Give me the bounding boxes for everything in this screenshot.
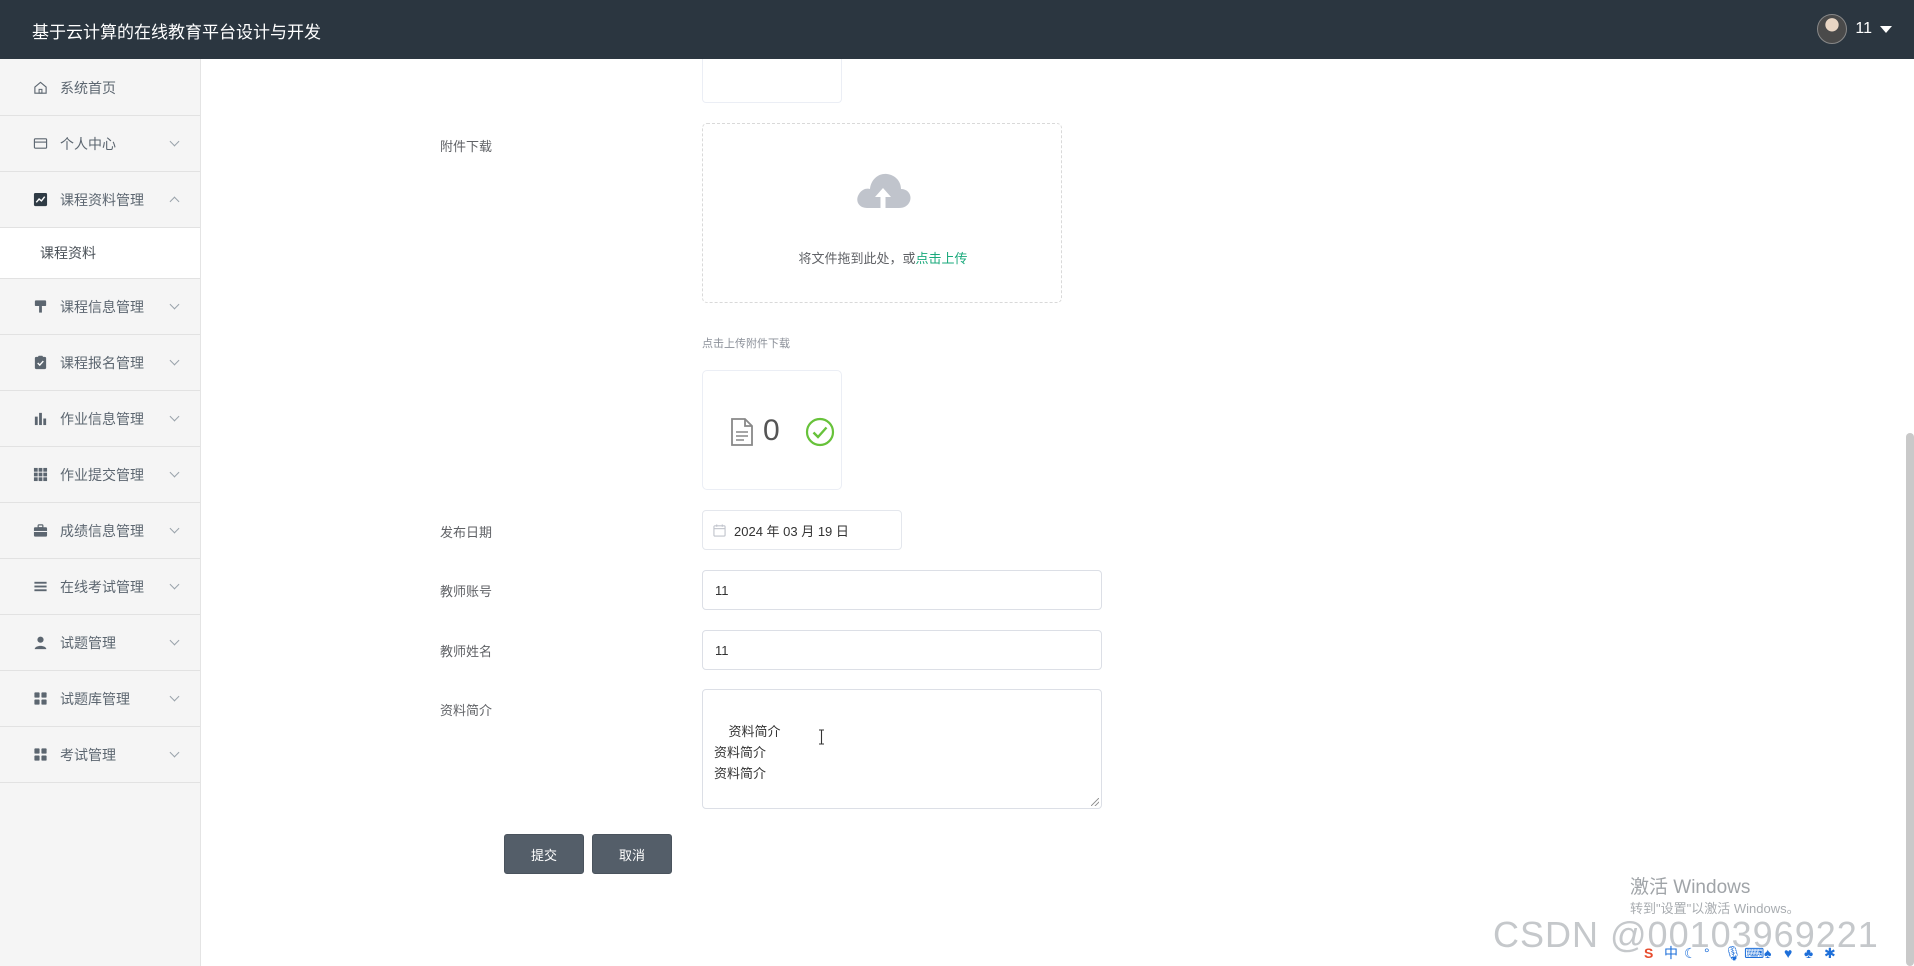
punctuation-icon[interactable]: ° [1704,946,1718,960]
caret-down-icon[interactable] [1880,25,1892,33]
grid-icon [32,467,48,483]
list-icon [32,579,48,595]
upload-dropzone[interactable]: 将文件拖到此处，或点击上传 [702,123,1062,303]
chevron-up-icon [169,196,180,207]
sidebar-item-question-management[interactable]: 试题管理 [0,615,200,671]
sidebar-item-course-enrollment-management[interactable]: 课程报名管理 [0,335,200,391]
avatar[interactable] [1817,14,1848,44]
chevron-down-icon [169,299,180,310]
keyboard-icon[interactable]: ⌨ [1744,946,1764,960]
teacher-name-label: 教师姓名 [439,644,492,659]
upload-text: 将文件拖到此处，或点击上传 [703,248,1063,267]
sidebar-item-label: 课程资料管理 [60,191,144,208]
shirt-icon[interactable]: ♥ [1784,946,1798,960]
sogou-logo-icon[interactable]: S [1644,946,1658,960]
sidebar-item-course-material-management[interactable]: 课程资料管理 [0,172,200,228]
chevron-down-icon [169,136,180,147]
home-icon [32,80,48,96]
teacher-name-input[interactable] [702,630,1102,670]
sidebar-item-label: 成绩信息管理 [60,522,144,539]
sidebar-item-label: 课程报名管理 [60,354,144,371]
sidebar-item-label: 试题管理 [60,634,116,651]
chevron-down-icon [169,523,180,534]
attachment-label: 附件下载 [439,139,492,154]
chart-line-icon [32,192,48,208]
ime-toolbar[interactable]: S 中 ☾ ° 🎙 ⌨ ♠ ♥ ♣ ✱ [1644,942,1838,964]
click-upload-link[interactable]: 点击上传 [916,251,968,266]
top-bar: 基于云计算的在线教育平台设计与开发 11 [0,0,1914,59]
app-title: 基于云计算的在线教育平台设计与开发 [32,23,321,42]
intro-text: 资料简介 资料简介 资料简介 [714,724,781,781]
upload-cloud-icon [853,168,913,221]
resize-handle-icon[interactable] [1091,798,1099,806]
sidebar-item-label: 作业提交管理 [60,466,144,483]
chevron-down-icon [169,747,180,758]
chevron-down-icon [169,411,180,422]
sidebar-item-label: 课程信息管理 [60,298,144,315]
check-circle-icon [805,417,835,452]
submenu-item-course-material[interactable]: 课程资料 [0,228,200,279]
apps-icon [32,691,48,707]
bar-chart-icon [32,411,48,427]
sidebar-item-label: 系统首页 [60,79,116,96]
chevron-down-icon [169,355,180,366]
sidebar-item-personal-center[interactable]: 个人中心 [0,116,200,172]
document-icon [729,417,755,452]
briefcase-icon [32,523,48,539]
user-icon [32,635,48,651]
upload-instruction: 将文件拖到此处，或 [798,251,916,266]
moon-icon[interactable]: ☾ [1684,946,1698,960]
sidebar-item-label: 作业信息管理 [60,410,144,427]
settings-icon[interactable]: ✱ [1824,946,1838,960]
intro-textarea[interactable]: 资料简介 资料简介 资料简介 [702,689,1102,809]
sidebar-item-question-bank-management[interactable]: 试题库管理 [0,671,200,727]
teacher-account-label: 教师账号 [439,584,492,599]
chevron-down-icon [169,579,180,590]
windows-activation-title: 激活 Windows [1630,877,1751,898]
chevron-down-icon [169,467,180,478]
apps-icon [32,747,48,763]
cancel-button[interactable]: 取消 [592,834,672,874]
submit-button[interactable]: 提交 [504,834,584,874]
chinese-mode-icon[interactable]: 中 [1664,946,1678,960]
calendar-icon [713,523,726,537]
sidebar-item-label: 试题库管理 [60,690,130,707]
sidebar-item-course-info-management[interactable]: 课程信息管理 [0,279,200,335]
sidebar-item-grade-info-management[interactable]: 成绩信息管理 [0,503,200,559]
sidebar-item-label: 考试管理 [60,746,116,763]
sidebar-item-homework-info-management[interactable]: 作业信息管理 [0,391,200,447]
upload-tip: 点击上传附件下载 [702,338,790,350]
card-icon [32,136,48,152]
game-icon[interactable]: ♣ [1804,946,1818,960]
microphone-icon[interactable]: 🎙 [1724,946,1742,960]
publish-date-picker[interactable]: 2024 年 03 月 19 日 [702,510,902,550]
publish-date-value: 2024 年 03 月 19 日 [734,523,849,539]
sidebar-item-home[interactable]: 系统首页 [0,60,200,116]
text-cursor-icon [818,729,824,745]
chevron-down-icon [169,691,180,702]
publish-date-label: 发布日期 [439,525,492,540]
teacher-account-input[interactable] [702,570,1102,610]
file-count: 0 [763,414,780,447]
sidebar-item-label: 在线考试管理 [60,578,144,595]
skin-icon[interactable]: ♠ [1764,946,1778,960]
sidebar-item-label: 个人中心 [60,135,116,152]
intro-label: 资料简介 [439,703,492,718]
brush-icon [32,299,48,315]
chevron-down-icon [169,635,180,646]
sidebar-item-online-exam-management[interactable]: 在线考试管理 [0,559,200,615]
sidebar: 系统首页 个人中心 课程资料管理 课程资料 课程信息管理 课程报名管理 作业信息… [0,59,201,966]
previous-upload-card[interactable] [702,59,842,103]
user-menu[interactable]: 11 [1817,14,1892,44]
sidebar-item-homework-submission-management[interactable]: 作业提交管理 [0,447,200,503]
uploaded-file-card[interactable]: 0 [702,370,842,490]
main-content: 附件下载 将文件拖到此处，或点击上传 点击上传附件下载 0 发布日期 2024 … [202,59,1914,966]
sidebar-item-exam-management[interactable]: 考试管理 [0,727,200,783]
user-name[interactable]: 11 [1855,20,1872,38]
clipboard-check-icon [32,355,48,371]
